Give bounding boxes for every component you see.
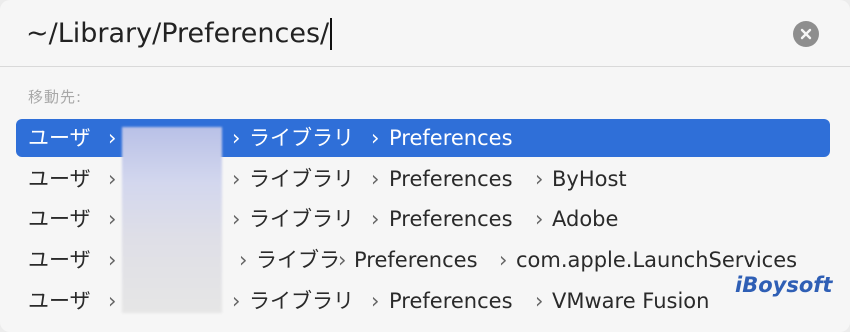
row-library: ライブラリ xyxy=(249,167,354,191)
row-library: ライブラリ xyxy=(249,126,354,150)
chevron-right-icon: › xyxy=(371,167,380,191)
row-user: ユーザ xyxy=(28,126,91,150)
row-library: ライブラ xyxy=(256,248,340,272)
chevron-right-icon: › xyxy=(108,126,117,150)
row-subfolder: VMware Fusion xyxy=(552,289,710,313)
chevron-right-icon: › xyxy=(371,126,380,150)
chevron-right-icon: › xyxy=(371,289,380,313)
row-preferences: Preferences xyxy=(354,248,478,272)
chevron-right-icon: › xyxy=(108,289,117,313)
chevron-right-icon: › xyxy=(338,248,347,272)
clear-button[interactable] xyxy=(793,21,819,47)
chevron-right-icon: › xyxy=(499,248,508,272)
row-subfolder: ByHost xyxy=(552,167,627,191)
chevron-right-icon: › xyxy=(371,207,380,231)
destination-label: 移動先: xyxy=(28,88,83,106)
row-preferences: Preferences xyxy=(389,126,513,150)
iboysoft-watermark: iBoysoft xyxy=(735,273,833,297)
row-user: ユーザ xyxy=(28,289,91,313)
chevron-right-icon: › xyxy=(232,167,241,191)
chevron-right-icon: › xyxy=(108,207,117,231)
chevron-right-icon: › xyxy=(239,248,248,272)
chevron-right-icon: › xyxy=(535,289,544,313)
chevron-right-icon: › xyxy=(108,248,117,272)
row-user: ユーザ xyxy=(28,248,91,272)
chevron-right-icon: › xyxy=(232,207,241,231)
clear-icon xyxy=(800,28,812,40)
path-search-bar: ~/Library/Preferences/ xyxy=(0,0,850,67)
row-library: ライブラリ xyxy=(249,289,354,313)
row-preferences: Preferences xyxy=(389,167,513,191)
row-user: ユーザ xyxy=(28,167,91,191)
go-to-folder-panel: ~/Library/Preferences/ 移動先: ユーザ › › ライブラ… xyxy=(0,0,850,332)
redacted-username-blur xyxy=(122,127,222,313)
row-preferences: Preferences xyxy=(389,289,513,313)
row-subfolder: Adobe xyxy=(552,207,619,231)
chevron-right-icon: › xyxy=(535,207,544,231)
chevron-right-icon: › xyxy=(108,167,117,191)
path-input[interactable]: ~/Library/Preferences/ xyxy=(26,14,333,54)
row-library: ライブラリ xyxy=(249,207,354,231)
chevron-right-icon: › xyxy=(232,289,241,313)
row-preferences: Preferences xyxy=(389,207,513,231)
path-input-value: ~/Library/Preferences/ xyxy=(26,18,330,49)
chevron-right-icon: › xyxy=(232,126,241,150)
row-user: ユーザ xyxy=(28,207,91,231)
chevron-right-icon: › xyxy=(535,167,544,191)
text-caret xyxy=(330,18,333,50)
